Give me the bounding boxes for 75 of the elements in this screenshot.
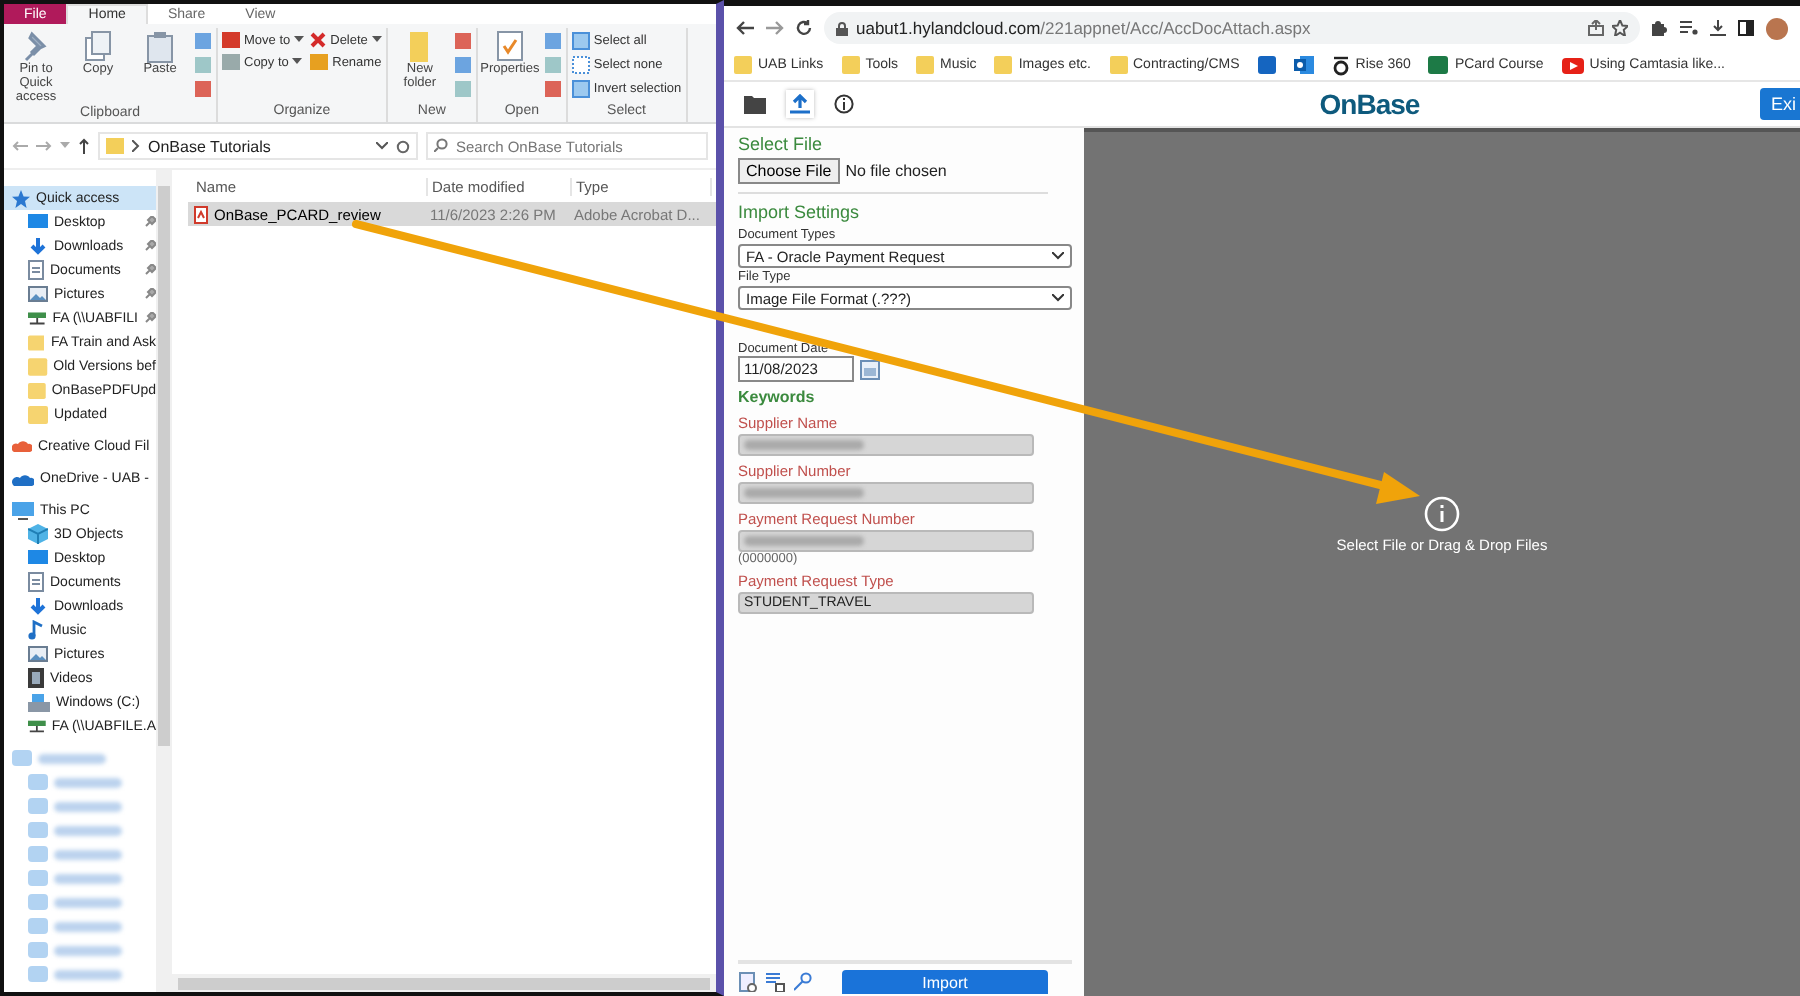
star-icon xyxy=(1612,20,1628,36)
ring-icon xyxy=(1331,55,1350,75)
playlist-icon xyxy=(1680,20,1698,36)
copy-icon xyxy=(82,30,114,64)
exit-button[interactable]: Exi xyxy=(1760,88,1800,120)
picture-icon xyxy=(28,286,48,302)
download-icon xyxy=(1710,20,1726,36)
bookmark[interactable] xyxy=(1257,56,1276,74)
puzzle-icon xyxy=(1652,20,1668,36)
up-arrow-icon xyxy=(78,138,90,154)
section-heading: Keywords xyxy=(738,388,817,406)
section-heading: Select File xyxy=(738,134,825,154)
pdf-icon xyxy=(194,205,208,223)
clipboard-icon xyxy=(144,30,176,64)
back-icon xyxy=(736,20,754,36)
network-drive-icon xyxy=(28,310,47,326)
monitor-icon xyxy=(28,214,48,230)
back-icon xyxy=(12,140,28,152)
bookmark[interactable] xyxy=(1293,56,1314,74)
key-icon xyxy=(794,972,814,992)
download-icon xyxy=(28,597,48,615)
cloud-icon xyxy=(12,471,34,485)
import-button[interactable]: Import xyxy=(842,970,1048,994)
forward-icon xyxy=(36,140,52,152)
upload-button[interactable] xyxy=(786,90,814,118)
monitor-icon xyxy=(28,550,48,566)
choose-file-button[interactable]: Choose File xyxy=(738,158,840,184)
reload-icon xyxy=(796,20,812,36)
cloud-icon xyxy=(12,438,32,454)
search-icon xyxy=(434,138,448,152)
play-icon xyxy=(1561,57,1584,73)
hard-drive-icon xyxy=(28,693,50,711)
chevron-icon xyxy=(132,140,140,152)
mail-app-icon xyxy=(1293,56,1314,74)
app-icon xyxy=(1428,56,1449,74)
scrollbar[interactable] xyxy=(156,170,172,992)
caret-icon xyxy=(60,142,70,150)
keyword-field[interactable] xyxy=(738,434,1034,456)
app-icon xyxy=(1257,56,1276,74)
address-bar[interactable]: OnBase Tutorials xyxy=(98,132,418,160)
info-button[interactable] xyxy=(830,90,858,118)
file-status: No file chosen xyxy=(845,162,947,180)
avatar[interactable] xyxy=(1766,17,1788,39)
section-heading: Import Settings xyxy=(738,202,862,222)
cube-icon xyxy=(28,524,48,544)
keyword-field[interactable] xyxy=(738,482,1034,504)
caret-icon xyxy=(376,142,388,150)
download-icon xyxy=(28,237,48,255)
share-icon xyxy=(1588,20,1604,36)
network-drive-icon xyxy=(28,718,46,734)
side-panel-icon xyxy=(1738,20,1754,36)
lock-icon xyxy=(836,21,848,35)
address-bar[interactable]: uabut1.hylandcloud.com/221appnet/Acc/AccDocAttach.aspx xyxy=(824,12,1640,44)
scrollbar[interactable] xyxy=(172,974,716,992)
checklist-icon xyxy=(493,30,526,64)
music-note-icon xyxy=(28,620,44,640)
keyword-field[interactable] xyxy=(738,530,1034,552)
monitor-icon xyxy=(12,501,34,519)
refresh-icon xyxy=(396,139,410,153)
url-text: uabut1.hylandcloud.com/221appnet/Acc/AccDocAttach.aspx xyxy=(856,18,1313,38)
picture-icon xyxy=(28,646,48,662)
chevron-down-icon xyxy=(1052,252,1064,260)
star-icon xyxy=(12,189,30,207)
forward-icon xyxy=(766,20,784,36)
calendar-icon[interactable] xyxy=(860,359,880,379)
delete-icon xyxy=(310,32,327,48)
folder-button[interactable] xyxy=(740,91,770,117)
film-icon xyxy=(28,668,44,688)
document-icon xyxy=(28,572,44,592)
path-text: OnBase Tutorials xyxy=(148,137,273,155)
pin-icon xyxy=(20,30,52,64)
info-icon xyxy=(1424,495,1460,531)
logo: OnBase xyxy=(1317,88,1422,120)
chevron-down-icon xyxy=(1052,294,1064,302)
document-icon xyxy=(28,260,44,280)
